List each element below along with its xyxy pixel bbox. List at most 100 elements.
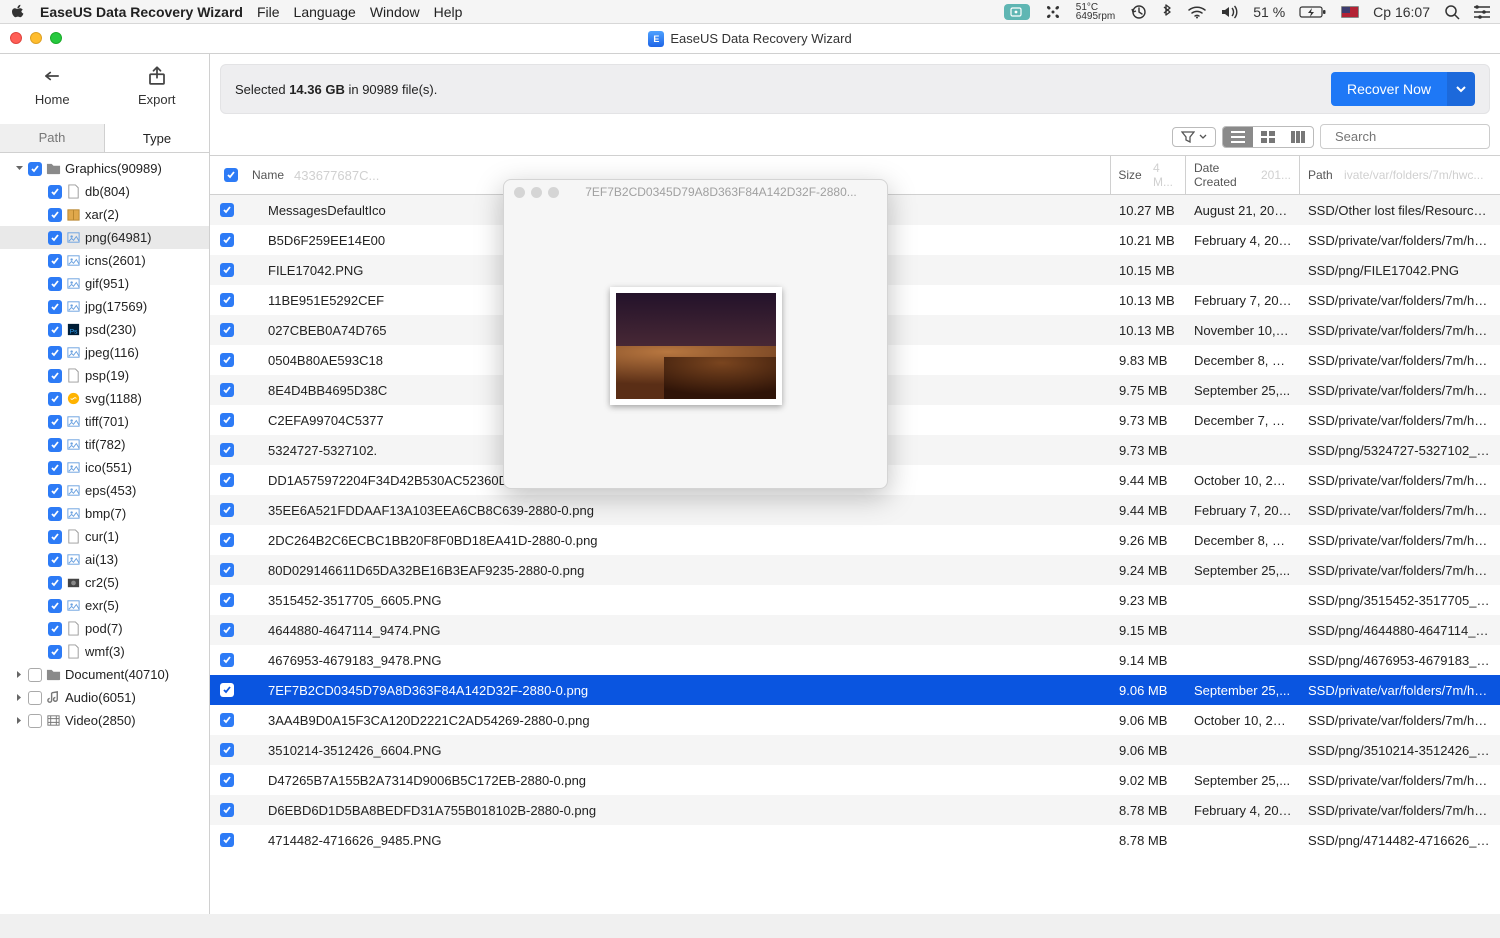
tree-checkbox[interactable] [28, 668, 42, 682]
row-checkbox[interactable] [220, 353, 234, 367]
row-checkbox[interactable] [220, 773, 234, 787]
row-checkbox[interactable] [220, 713, 234, 727]
table-row[interactable]: 7EF7B2CD0345D79A8D363F84A142D32F-2880-0.… [210, 675, 1500, 705]
bluetooth-icon[interactable] [1161, 3, 1173, 21]
preview-window[interactable]: 7EF7B2CD0345D79A8D363F84A142D32F-2880... [503, 179, 888, 489]
disclosure-right-icon[interactable] [14, 693, 24, 703]
fan-icon[interactable] [1044, 3, 1062, 21]
tree-item-jpeg[interactable]: jpeg(116) [0, 341, 209, 364]
row-checkbox[interactable] [220, 323, 234, 337]
type-tree[interactable]: Graphics(90989)db(804)xar(2)png(64981)ic… [0, 153, 209, 914]
tree-checkbox[interactable] [48, 346, 62, 360]
row-checkbox[interactable] [220, 413, 234, 427]
search-input[interactable] [1333, 128, 1500, 145]
header-checkbox[interactable] [210, 156, 244, 194]
disclosure-right-icon[interactable] [14, 716, 24, 726]
table-row[interactable]: 4714482-4716626_9485.PNG8.78 MBSSD/png/4… [210, 825, 1500, 855]
tree-item-eps[interactable]: eps(453) [0, 479, 209, 502]
volume-icon[interactable] [1221, 5, 1239, 19]
tree-checkbox[interactable] [48, 553, 62, 567]
tree-item-bmp[interactable]: bmp(7) [0, 502, 209, 525]
row-checkbox[interactable] [220, 503, 234, 517]
tree-item-audio[interactable]: Audio(6051) [0, 686, 209, 709]
tree-checkbox[interactable] [48, 645, 62, 659]
tab-path[interactable]: Path [0, 124, 105, 152]
recover-now-button[interactable]: Recover Now [1331, 72, 1447, 106]
tree-item-gif[interactable]: gif(951) [0, 272, 209, 295]
row-checkbox[interactable] [220, 203, 234, 217]
battery-charging-icon[interactable] [1299, 5, 1327, 19]
menu-help[interactable]: Help [434, 4, 463, 20]
window-close-button[interactable] [10, 32, 22, 44]
row-checkbox[interactable] [220, 623, 234, 637]
row-checkbox[interactable] [220, 293, 234, 307]
row-checkbox[interactable] [220, 263, 234, 277]
tree-checkbox[interactable] [48, 622, 62, 636]
table-row[interactable]: D6EBD6D1D5BA8BEDFD31A755B018102B-2880-0.… [210, 795, 1500, 825]
tree-checkbox[interactable] [48, 599, 62, 613]
menu-app-name[interactable]: EaseUS Data Recovery Wizard [40, 4, 243, 20]
view-columns-button[interactable] [1283, 127, 1313, 147]
table-row[interactable]: 80D029146611D65DA32BE16B3EAF9235-2880-0.… [210, 555, 1500, 585]
row-checkbox[interactable] [220, 653, 234, 667]
row-checkbox[interactable] [220, 533, 234, 547]
tree-checkbox[interactable] [48, 507, 62, 521]
tree-item-psd[interactable]: Pspsd(230) [0, 318, 209, 341]
tree-checkbox[interactable] [48, 254, 62, 268]
tree-checkbox[interactable] [48, 300, 62, 314]
tree-checkbox[interactable] [28, 691, 42, 705]
control-center-icon[interactable] [1474, 5, 1490, 19]
tree-item-document[interactable]: Document(40710) [0, 663, 209, 686]
tree-item-icns[interactable]: icns(2601) [0, 249, 209, 272]
tree-checkbox[interactable] [48, 369, 62, 383]
tree-checkbox[interactable] [28, 162, 42, 176]
tree-item-ico[interactable]: ico(551) [0, 456, 209, 479]
tree-checkbox[interactable] [48, 185, 62, 199]
tree-item-svg[interactable]: svg(1188) [0, 387, 209, 410]
table-row[interactable]: 35EE6A521FDDAAF13A103EEA6CB8C639-2880-0.… [210, 495, 1500, 525]
tree-checkbox[interactable] [48, 484, 62, 498]
menu-clock[interactable]: Ср 16:07 [1373, 4, 1430, 20]
tree-checkbox[interactable] [48, 231, 62, 245]
tab-type[interactable]: Type [105, 123, 209, 152]
tree-item-psp[interactable]: psp(19) [0, 364, 209, 387]
disclosure-right-icon[interactable] [14, 670, 24, 680]
view-list-button[interactable] [1223, 127, 1253, 147]
export-button[interactable]: Export [105, 64, 210, 107]
table-row[interactable]: 3515452-3517705_6605.PNG9.23 MBSSD/png/3… [210, 585, 1500, 615]
tree-item-video[interactable]: Video(2850) [0, 709, 209, 732]
preview-zoom-button[interactable] [548, 187, 559, 198]
tree-item-wmf[interactable]: wmf(3) [0, 640, 209, 663]
window-zoom-button[interactable] [50, 32, 62, 44]
tree-item-exr[interactable]: exr(5) [0, 594, 209, 617]
col-path[interactable]: Path ivate/var/folders/7m/hwc... [1300, 156, 1500, 194]
home-button[interactable]: Home [0, 64, 105, 107]
menu-window[interactable]: Window [370, 4, 420, 20]
row-checkbox[interactable] [220, 743, 234, 757]
tree-checkbox[interactable] [48, 461, 62, 475]
tree-checkbox[interactable] [48, 576, 62, 590]
row-checkbox[interactable] [220, 833, 234, 847]
tree-item-png[interactable]: png(64981) [0, 226, 209, 249]
tree-item-pod[interactable]: pod(7) [0, 617, 209, 640]
row-checkbox[interactable] [220, 473, 234, 487]
table-row[interactable]: 4644880-4647114_9474.PNG9.15 MBSSD/png/4… [210, 615, 1500, 645]
row-checkbox[interactable] [220, 683, 234, 697]
tree-item-cur[interactable]: cur(1) [0, 525, 209, 548]
row-checkbox[interactable] [220, 563, 234, 577]
spotlight-icon[interactable] [1444, 4, 1460, 20]
tree-item-tif[interactable]: tif(782) [0, 433, 209, 456]
row-checkbox[interactable] [220, 443, 234, 457]
tree-checkbox[interactable] [48, 208, 62, 222]
row-checkbox[interactable] [220, 233, 234, 247]
menu-file[interactable]: File [257, 4, 280, 20]
disclosure-down-icon[interactable] [14, 164, 24, 174]
table-row[interactable]: 2DC264B2C6ECBC1BB20F8F0BD18EA41D-2880-0.… [210, 525, 1500, 555]
tree-checkbox[interactable] [48, 415, 62, 429]
menu-language[interactable]: Language [294, 4, 356, 20]
tree-checkbox[interactable] [48, 530, 62, 544]
col-date[interactable]: Date Created 201... [1186, 156, 1300, 194]
table-row[interactable]: 4676953-4679183_9478.PNG9.14 MBSSD/png/4… [210, 645, 1500, 675]
status-pill-icon[interactable] [1004, 4, 1030, 20]
tree-item-db[interactable]: db(804) [0, 180, 209, 203]
